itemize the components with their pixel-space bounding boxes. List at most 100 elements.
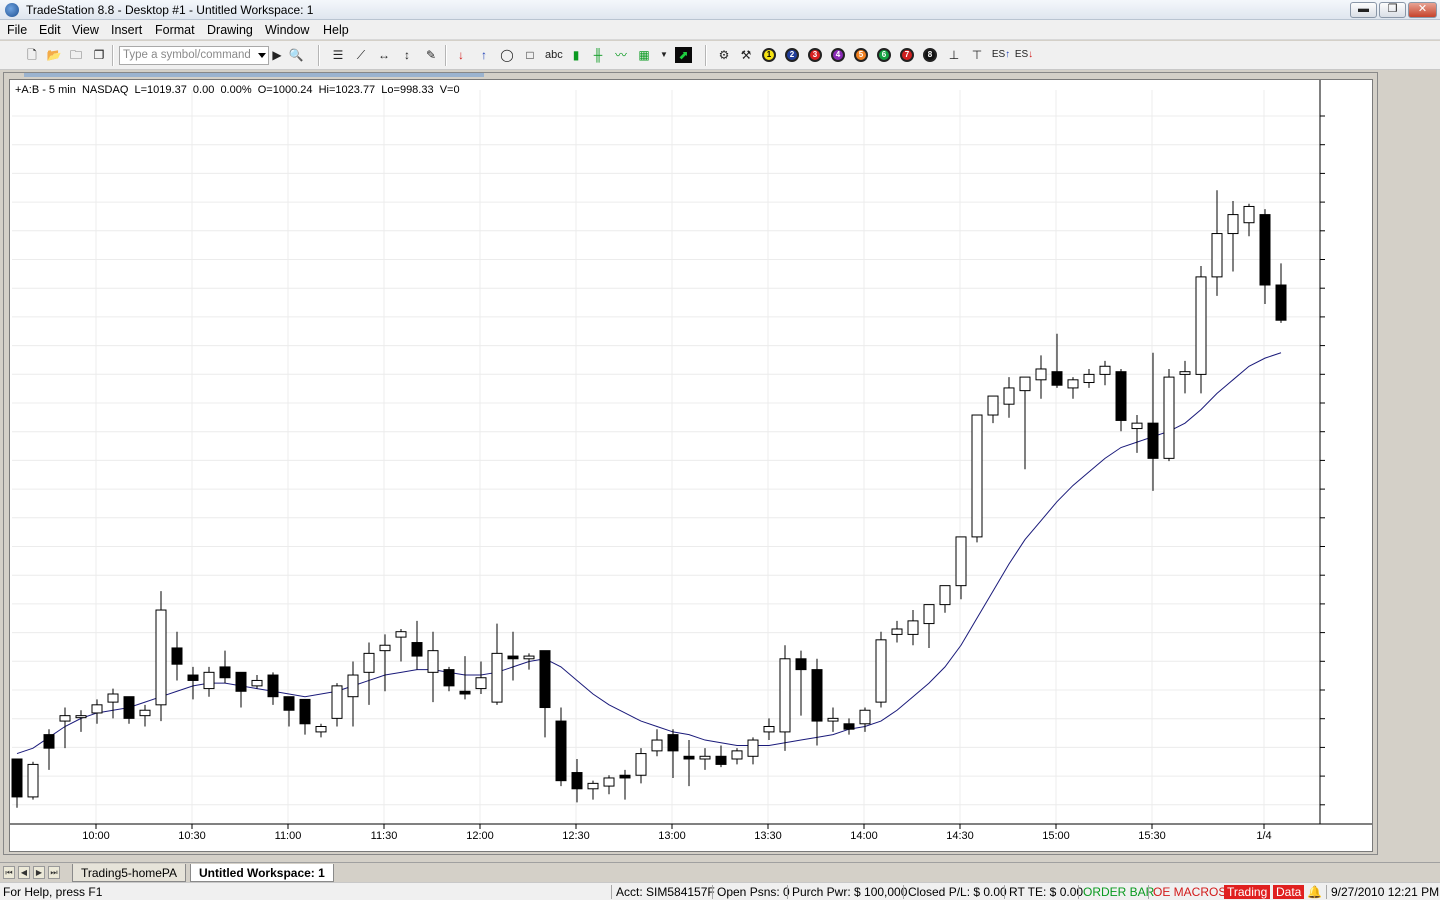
time-tick-label: 14:00 [850, 830, 878, 842]
number-1-icon[interactable]: 1 [762, 48, 776, 62]
candle-body [283, 696, 295, 711]
trading-status-badge[interactable]: Trading [1224, 885, 1271, 899]
close-button[interactable]: ✕ [1408, 2, 1437, 18]
menu-format[interactable]: Format [155, 23, 195, 37]
number-8-icon[interactable]: 8 [923, 48, 937, 62]
chart-scrollbar[interactable] [24, 73, 484, 77]
horizontal-icon[interactable]: ↔ [376, 47, 392, 63]
bell-icon[interactable]: 🔔 [1307, 885, 1322, 899]
candle-body [1099, 365, 1111, 375]
menu-edit[interactable]: Edit [39, 23, 61, 37]
line-icon[interactable]: 〰 [613, 47, 629, 63]
buy-arrow-icon[interactable]: ↑ [476, 47, 492, 63]
title-bar: TradeStation 8.8 - Desktop #1 - Untitled… [0, 0, 1440, 20]
menu-view[interactable]: View [72, 23, 99, 37]
menu-window[interactable]: Window [265, 23, 309, 37]
rectangle-icon[interactable]: □ [522, 47, 538, 63]
tab-untitled-workspace[interactable]: Untitled Workspace: 1 [190, 864, 334, 882]
prev-tab-icon[interactable]: ◀ [18, 866, 30, 879]
candle-body [587, 782, 599, 790]
candle-body [59, 715, 71, 722]
menu-file[interactable]: File [7, 23, 27, 37]
candle-body [1227, 214, 1239, 235]
candle-body [427, 650, 439, 673]
menu-help[interactable]: Help [323, 23, 349, 37]
tray-icon[interactable]: ⊥ [946, 47, 962, 63]
candle-body [667, 734, 679, 752]
number-2-icon[interactable]: 2 [785, 48, 799, 62]
candle-body [11, 758, 23, 798]
candle-body [699, 755, 711, 760]
number-4-icon[interactable]: 4 [831, 48, 845, 62]
candle-body [1083, 373, 1095, 384]
windows-icon[interactable]: ❐ [91, 47, 107, 63]
number-6-icon[interactable]: 6 [877, 48, 891, 62]
candle-body [331, 685, 343, 719]
ellipse-icon[interactable]: ◯ [499, 47, 515, 63]
chart-icon[interactable]: ⬈ [675, 47, 692, 63]
data-status-badge[interactable]: Data [1273, 885, 1305, 899]
candle-body [1211, 233, 1223, 278]
open-icon[interactable]: 📂 [46, 47, 62, 63]
next-tab-icon[interactable]: ▶ [33, 866, 45, 879]
candle-body [1115, 371, 1127, 421]
candle-body [75, 715, 87, 719]
workspace-tabs: ⏮ ◀ ▶ ⏭ Trading5-homePA Untitled Workspa… [0, 862, 1440, 882]
play-icon[interactable]: ▶ [269, 47, 285, 63]
alert-icon[interactable]: ⊤ [969, 47, 985, 63]
candle-body [619, 774, 631, 779]
menu-drawing[interactable]: Drawing [207, 23, 253, 37]
candle-body [155, 609, 167, 706]
bars-icon[interactable]: ☰ [330, 47, 346, 63]
candle-body [139, 709, 151, 717]
candle-body [347, 674, 359, 698]
chevron-down-icon[interactable] [258, 53, 266, 58]
symbol-lookup-icon[interactable]: 🔍 [288, 47, 304, 63]
minimize-button[interactable]: ▬ [1350, 2, 1377, 18]
last-tab-icon[interactable]: ⏭ [48, 866, 60, 879]
window-title: TradeStation 8.8 - Desktop #1 - Untitled… [26, 3, 314, 17]
indicator-dropdown-icon[interactable]: ▼ [656, 47, 672, 63]
account-status: Acct: SIM584157F [611, 885, 715, 899]
candle-body [971, 414, 983, 538]
candle-body [683, 755, 695, 760]
symbol-input[interactable]: Type a symbol/command [119, 46, 269, 65]
candle-body [1243, 205, 1255, 224]
number-3-icon[interactable]: 3 [808, 48, 822, 62]
tick-icon[interactable]: ╫ [590, 47, 606, 63]
settings-icon[interactable]: ⚒ [738, 47, 754, 63]
restore-button[interactable]: ❐ [1379, 2, 1406, 18]
new-icon[interactable]: 🗋 [24, 47, 40, 63]
menu-insert[interactable]: Insert [111, 23, 142, 37]
candle-body [1195, 276, 1207, 375]
es-down-icon[interactable]: ES↓ [1014, 47, 1034, 63]
trendline-icon[interactable]: ⟋ [353, 47, 369, 63]
oe-macros-status[interactable]: OE MACROS [1148, 885, 1226, 899]
time-tick-label: 10:30 [178, 830, 206, 842]
text-icon[interactable]: abc [545, 47, 563, 63]
candle-body [603, 777, 615, 787]
order-bar-status[interactable]: ORDER BAR [1078, 885, 1154, 899]
first-tab-icon[interactable]: ⏮ [3, 866, 15, 879]
candle-body [747, 739, 759, 757]
folder-icon[interactable]: 🗀 [68, 47, 84, 63]
chart-area[interactable]: 10:00 10:30 11:00 11:30 12:00 12:30 13:00 13:30… [9, 79, 1373, 852]
price-chart[interactable]: 10:00 10:30 11:00 11:30 12:00 12:30 13:00 13:30… [10, 80, 1374, 853]
candle-body [123, 696, 135, 719]
number-7-icon[interactable]: 7 [900, 48, 914, 62]
es-up-icon[interactable]: ES↑ [991, 47, 1011, 63]
number-5-icon[interactable]: 5 [854, 48, 868, 62]
candle-body [939, 585, 951, 606]
closed-pl-status: Closed P/L: $ 0.00 [903, 885, 1007, 899]
indicator-icon[interactable]: ▦ [636, 47, 652, 63]
candle-body [43, 734, 55, 749]
sell-arrow-icon[interactable]: ↓ [453, 47, 469, 63]
vertical-icon[interactable]: ↕ [399, 47, 415, 63]
macro-icon[interactable]: ⚙ [716, 47, 732, 63]
tab-trading5-homepa[interactable]: Trading5-homePA [72, 864, 187, 882]
candle-body [235, 671, 247, 692]
pencil-icon[interactable]: ✎ [423, 47, 439, 63]
candles-icon[interactable]: ▮ [568, 47, 584, 63]
candle-body [955, 536, 967, 587]
candle-body [91, 704, 103, 714]
